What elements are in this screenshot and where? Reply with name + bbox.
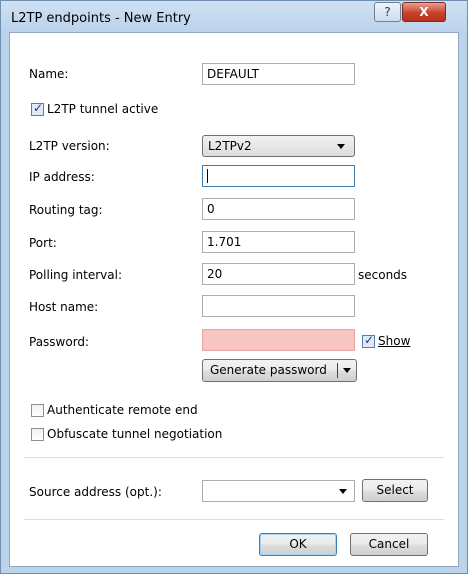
help-icon: ? (384, 5, 391, 19)
ok-button-label: OK (289, 537, 307, 551)
select-button-label: Select (376, 483, 414, 497)
close-button[interactable]: X (402, 2, 446, 22)
cancel-button[interactable]: Cancel (350, 533, 428, 556)
authenticate-remote-checkbox[interactable] (31, 404, 44, 417)
tunnel-active-checkbox[interactable] (31, 101, 44, 116)
generate-password-button[interactable]: Generate password (202, 359, 357, 382)
obfuscate-label: Obfuscate tunnel negotiation (47, 427, 223, 441)
obfuscate-checkbox[interactable] (31, 428, 44, 441)
name-field[interactable]: DEFAULT (202, 63, 355, 85)
routing-tag-field[interactable]: 0 (202, 198, 355, 220)
ip-address-label: IP address: (29, 170, 95, 184)
host-name-field[interactable] (202, 295, 355, 317)
polling-interval-label: Polling interval: (29, 268, 122, 282)
port-label: Port: (29, 236, 57, 250)
source-address-combo[interactable] (202, 480, 355, 502)
close-icon: X (419, 5, 429, 19)
polling-interval-unit: seconds (358, 268, 408, 282)
polling-interval-field[interactable]: 20 (202, 263, 355, 285)
ok-button[interactable]: OK (259, 533, 337, 556)
split-separator (337, 363, 338, 378)
title-bar[interactable]: L2TP endpoints - New Entry ? X (1, 1, 467, 33)
text-caret (207, 169, 208, 183)
dialog-body: Name: DEFAULT L2TP tunnel active L2TP ve… (9, 32, 459, 567)
version-dropdown[interactable]: L2TPv2 (202, 135, 355, 157)
show-password-label: Show (378, 334, 411, 348)
routing-tag-label: Routing tag: (29, 203, 103, 217)
name-label: Name: (29, 67, 69, 81)
chevron-down-icon (337, 144, 345, 149)
cancel-button-label: Cancel (368, 537, 410, 551)
window-title: L2TP endpoints - New Entry (11, 11, 191, 26)
show-password-checkbox[interactable] (362, 333, 375, 348)
divider (24, 519, 444, 520)
generate-password-label: Generate password (210, 363, 327, 377)
tunnel-active-label: L2TP tunnel active (47, 102, 159, 116)
version-label: L2TP version: (29, 139, 110, 153)
select-button[interactable]: Select (362, 479, 428, 502)
password-field[interactable] (202, 329, 355, 351)
help-button[interactable]: ? (374, 2, 401, 22)
dialog-window: L2TP endpoints - New Entry ? X Name: DEF… (0, 0, 468, 574)
password-label: Password: (29, 335, 90, 349)
host-name-label: Host name: (29, 300, 99, 314)
authenticate-remote-label: Authenticate remote end (47, 403, 198, 417)
version-value: L2TPv2 (208, 139, 252, 153)
chevron-down-icon[interactable] (343, 368, 351, 373)
source-address-label: Source address (opt.): (29, 485, 162, 499)
chevron-down-icon[interactable] (339, 489, 347, 494)
divider (24, 457, 444, 458)
port-field[interactable]: 1.701 (202, 231, 355, 253)
ip-address-field[interactable] (202, 165, 355, 187)
